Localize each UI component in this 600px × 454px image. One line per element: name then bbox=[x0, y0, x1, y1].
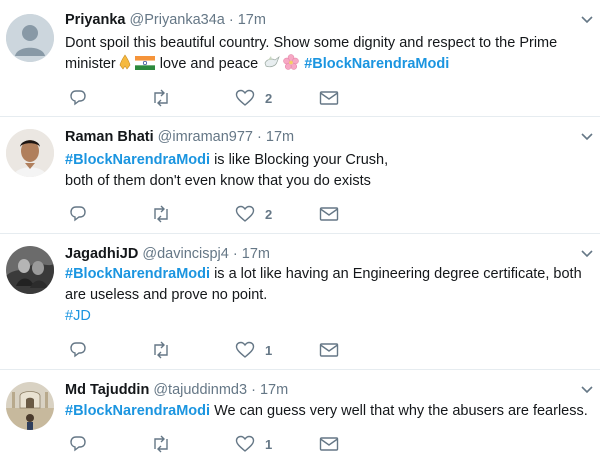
separator-dot: · bbox=[251, 382, 256, 398]
tweet-text: #BlockNarendraModi is a lot like having … bbox=[65, 264, 595, 327]
timestamp[interactable]: 17m bbox=[242, 246, 270, 262]
retweet-icon bbox=[154, 341, 168, 359]
reply-icon bbox=[70, 90, 86, 106]
india-flag-emoji-icon bbox=[134, 56, 155, 77]
timestamp[interactable]: 17m bbox=[266, 129, 294, 145]
heart-icon bbox=[235, 341, 255, 358]
separator-dot: · bbox=[257, 129, 262, 145]
mail-icon bbox=[319, 343, 339, 357]
cherry-blossom-emoji-icon bbox=[283, 54, 299, 77]
separator-dot: · bbox=[228, 12, 234, 28]
direct-message-button[interactable] bbox=[319, 340, 339, 360]
tweet-header: Raman Bhati @imraman977 · 17m bbox=[65, 129, 294, 145]
tweet[interactable]: Md Tajuddin @tajuddinmd3 · 17m #BlockNar… bbox=[0, 370, 600, 453]
tweet-line-2: both of them don't even know that you do… bbox=[65, 173, 371, 189]
tweet-line-1-text: We can guess very well that why the abus… bbox=[210, 403, 588, 419]
like-count: 1 bbox=[265, 342, 273, 358]
chevron-down-icon[interactable] bbox=[580, 246, 594, 258]
tweet-line-1: #BlockNarendraModi is a lot like having … bbox=[65, 264, 595, 285]
hashtag-link[interactable]: #BlockNarendraModi bbox=[65, 152, 210, 168]
tweet-header: JagadhiJD @davincispj4 · 17m bbox=[65, 246, 270, 262]
mail-icon bbox=[319, 91, 339, 105]
tweet-feed: Priyanka @Priyanka34a · 17m Dont spoil t… bbox=[0, 0, 600, 453]
user-photo-avatar[interactable] bbox=[6, 129, 54, 177]
folded-hands-emoji-icon bbox=[117, 54, 133, 77]
tweet-line-1-text: is like Blocking your Crush, bbox=[210, 152, 389, 168]
like-count: 2 bbox=[265, 90, 273, 106]
retweet-button[interactable] bbox=[151, 434, 171, 454]
tweet-actions: 2 bbox=[65, 204, 365, 224]
display-name[interactable]: Raman Bhati bbox=[65, 129, 154, 145]
retweet-button[interactable] bbox=[151, 88, 171, 108]
tweet-actions: 1 bbox=[65, 434, 365, 454]
reply-button[interactable] bbox=[69, 434, 87, 454]
like-button[interactable]: 2 bbox=[235, 204, 272, 224]
display-name[interactable]: Priyanka bbox=[65, 12, 125, 28]
chevron-down-icon[interactable] bbox=[580, 12, 594, 24]
tweet-line-1: Dont spoil this beautiful country. Show … bbox=[65, 35, 558, 51]
like-count: 2 bbox=[265, 206, 273, 222]
user-handle[interactable]: @imraman977 bbox=[158, 129, 253, 145]
tweet-line-2-text: minister bbox=[65, 56, 116, 72]
retweet-icon bbox=[154, 435, 168, 453]
tweet-line-2: minister love and peace #BlockNarendraMo… bbox=[65, 54, 595, 77]
tweet-header: Priyanka @Priyanka34a · 17m bbox=[65, 12, 266, 28]
retweet-icon bbox=[154, 205, 168, 223]
timestamp[interactable]: 17m bbox=[260, 382, 288, 398]
tweet[interactable]: Priyanka @Priyanka34a · 17m Dont spoil t… bbox=[0, 0, 600, 117]
chevron-down-icon[interactable] bbox=[580, 382, 594, 394]
tweet-actions: 1 bbox=[65, 340, 365, 360]
tweet-line-3: #JD bbox=[65, 306, 595, 327]
user-photo-avatar[interactable] bbox=[6, 246, 54, 294]
hashtag-link[interactable]: #BlockNarendraModi bbox=[65, 266, 210, 282]
reply-button[interactable] bbox=[69, 204, 87, 224]
tweet-text: #BlockNarendraModi is like Blocking your… bbox=[65, 150, 595, 192]
hashtag-link[interactable]: #JD bbox=[65, 308, 91, 324]
separator-dot: · bbox=[232, 246, 238, 262]
user-handle[interactable]: @davincispj4 bbox=[142, 246, 228, 262]
chevron-down-icon[interactable] bbox=[580, 129, 594, 141]
user-handle[interactable]: @tajuddinmd3 bbox=[153, 382, 247, 398]
user-handle[interactable]: @Priyanka34a bbox=[130, 12, 225, 28]
mail-icon bbox=[319, 207, 339, 221]
retweet-button[interactable] bbox=[151, 204, 171, 224]
retweet-icon bbox=[154, 89, 168, 107]
display-name[interactable]: JagadhiJD bbox=[65, 246, 138, 262]
tweet[interactable]: JagadhiJD @davincispj4 · 17m #BlockNaren… bbox=[0, 234, 600, 370]
reply-icon bbox=[70, 436, 86, 452]
timestamp[interactable]: 17m bbox=[238, 12, 266, 28]
like-count: 1 bbox=[265, 436, 273, 452]
hashtag-link[interactable]: #BlockNarendraModi bbox=[304, 56, 449, 72]
tweet-line-1-text: is a lot like having an Engineering degr… bbox=[210, 266, 582, 282]
heart-icon bbox=[235, 89, 255, 106]
tweet[interactable]: Raman Bhati @imraman977 · 17m #BlockNare… bbox=[0, 117, 600, 234]
heart-icon bbox=[235, 435, 255, 452]
reply-icon bbox=[70, 206, 86, 222]
like-button[interactable]: 1 bbox=[235, 434, 272, 454]
tweet-text: Dont spoil this beautiful country. Show … bbox=[65, 33, 595, 77]
tweet-actions: 2 bbox=[65, 88, 365, 108]
tweet-text: #BlockNarendraModi We can guess very wel… bbox=[65, 401, 595, 422]
user-photo-avatar[interactable] bbox=[6, 382, 54, 430]
reply-icon bbox=[70, 342, 86, 358]
like-button[interactable]: 1 bbox=[235, 340, 272, 360]
hashtag-link[interactable]: #BlockNarendraModi bbox=[65, 403, 210, 419]
tweet-line-1: #BlockNarendraModi We can guess very wel… bbox=[65, 401, 595, 422]
tweet-line-2: are useless and prove no point. bbox=[65, 287, 268, 303]
reply-button[interactable] bbox=[69, 340, 87, 360]
dove-emoji-icon bbox=[263, 54, 281, 77]
tweet-line-2-text-cont: love and peace bbox=[155, 56, 263, 72]
direct-message-button[interactable] bbox=[319, 88, 339, 108]
default-avatar-icon[interactable] bbox=[6, 14, 54, 62]
retweet-button[interactable] bbox=[151, 340, 171, 360]
tweet-header: Md Tajuddin @tajuddinmd3 · 17m bbox=[65, 382, 288, 398]
heart-icon bbox=[235, 205, 255, 222]
direct-message-button[interactable] bbox=[319, 434, 339, 454]
tweet-line-1: #BlockNarendraModi is like Blocking your… bbox=[65, 150, 595, 171]
direct-message-button[interactable] bbox=[319, 204, 339, 224]
like-button[interactable]: 2 bbox=[235, 88, 272, 108]
reply-button[interactable] bbox=[69, 88, 87, 108]
display-name[interactable]: Md Tajuddin bbox=[65, 382, 149, 398]
